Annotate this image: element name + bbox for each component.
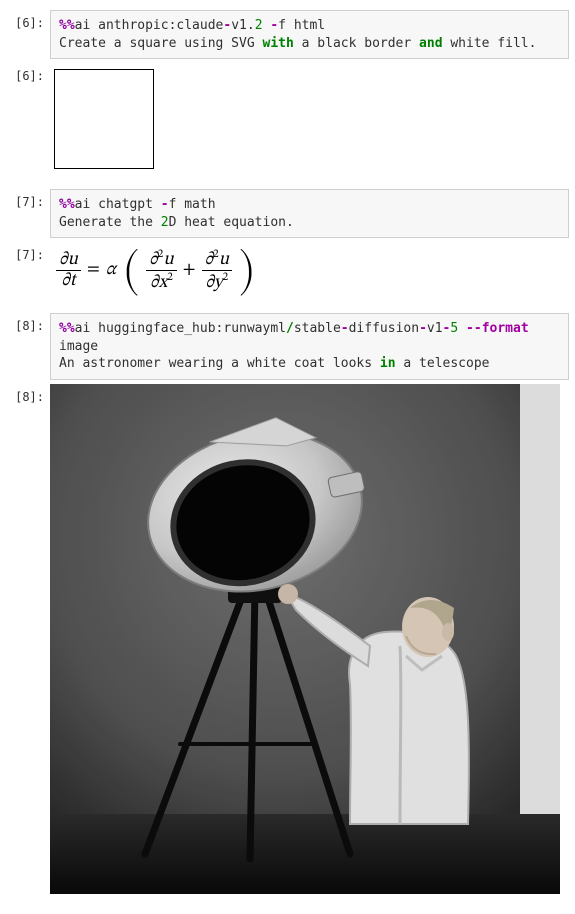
cell-output xyxy=(50,384,569,900)
input-prompt: [7]: xyxy=(6,189,50,209)
code-cell-input[interactable]: %%ai anthropic:claude-v1.2 -f htmlCreate… xyxy=(50,10,569,59)
heat-equation: ∂u ∂t = α ( ∂2u ∂x2 + ∂2u ∂y2 ) xyxy=(54,248,565,293)
cell-output-row: [6]: xyxy=(6,63,569,185)
input-prompt: [8]: xyxy=(6,313,50,333)
cell-output-row: [8]: xyxy=(6,384,569,900)
cell-input-row: [7]: %%ai chatgpt -f mathGenerate the 2D… xyxy=(6,189,569,238)
output-prompt: [7]: xyxy=(6,242,50,262)
code-cell-input[interactable]: %%ai chatgpt -f mathGenerate the 2D heat… xyxy=(50,189,569,238)
cell-output xyxy=(50,63,569,185)
code-cell-input[interactable]: %%ai huggingface_hub:runwayml/stable-dif… xyxy=(50,313,569,380)
cell-output: ∂u ∂t = α ( ∂2u ∂x2 + ∂2u ∂y2 ) xyxy=(50,242,569,309)
output-prompt: [6]: xyxy=(6,63,50,83)
input-prompt: [6]: xyxy=(6,10,50,30)
output-prompt: [8]: xyxy=(6,384,50,404)
cell-output-row: [7]: ∂u ∂t = α ( ∂2u ∂x2 + ∂2u ∂y2 ) xyxy=(6,242,569,309)
cell-input-row: [8]: %%ai huggingface_hub:runwayml/stabl… xyxy=(6,313,569,380)
svg-square-output xyxy=(54,69,154,169)
generated-image xyxy=(50,384,560,894)
cell-input-row: [6]: %%ai anthropic:claude-v1.2 -f htmlC… xyxy=(6,10,569,59)
